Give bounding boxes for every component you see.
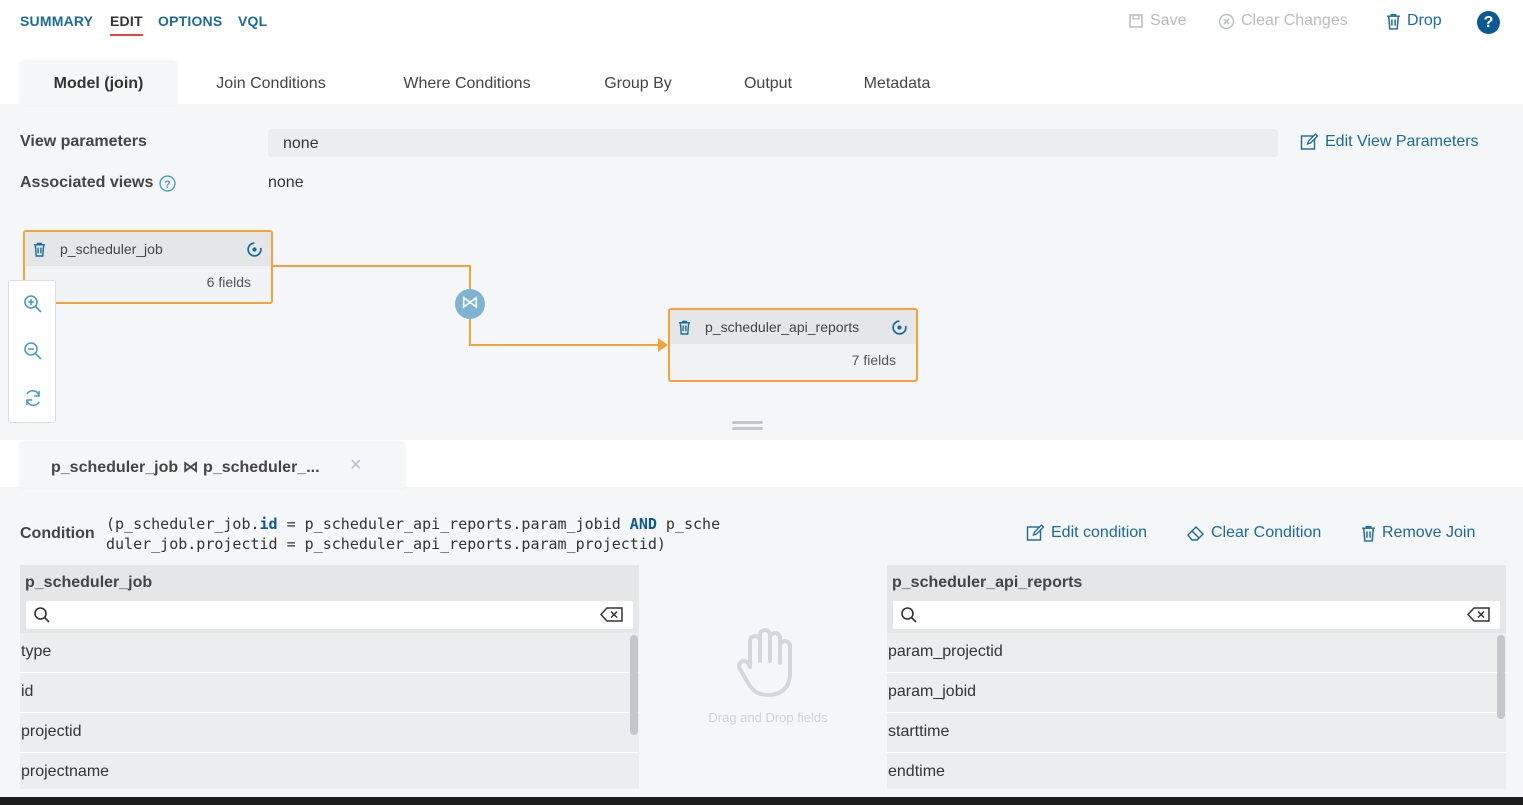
list-item[interactable]: id [20, 673, 639, 713]
hand-icon [737, 628, 792, 697]
node-field-count: 6 fields [206, 274, 251, 290]
left-field-list: p_scheduler_job type id projectid projec… [20, 565, 639, 789]
edit-condition-label: Edit condition [1051, 524, 1148, 541]
reset-zoom-icon[interactable] [23, 388, 43, 408]
remove-join-label: Remove Join [1382, 524, 1476, 541]
list-item[interactable]: param_jobid [887, 673, 1506, 713]
clear-condition-button[interactable]: Clear Condition [1187, 524, 1321, 542]
drag-drop-hint: Drag and Drop fields [708, 710, 828, 725]
clear-input-icon[interactable] [600, 607, 624, 622]
refresh-link-icon[interactable] [891, 319, 908, 336]
join-tab-label: p_scheduler_job ⋈ p_scheduler_... [51, 459, 320, 476]
clear-input-icon[interactable] [1467, 607, 1491, 622]
node-header: p_scheduler_job [25, 232, 271, 266]
right-scrollbar[interactable] [1497, 635, 1505, 719]
trash-icon[interactable] [678, 320, 691, 335]
left-search [20, 601, 639, 633]
condition-label: Condition [20, 525, 95, 542]
panel-resize-handle[interactable] [732, 421, 763, 433]
node-p-scheduler-api-reports[interactable]: p_scheduler_api_reports 7 fields [668, 308, 918, 382]
clear-condition-label: Clear Condition [1211, 524, 1322, 541]
list-item[interactable]: param_projectid [887, 633, 1506, 673]
trash-icon[interactable] [33, 242, 46, 257]
list-item[interactable]: projectid [20, 713, 639, 753]
zoom-out-icon[interactable] [23, 341, 43, 361]
right-field-list: p_scheduler_api_reports param_projectid … [887, 565, 1506, 789]
trash-icon [1362, 525, 1375, 542]
condition-expression: (p_scheduler_job.id = p_scheduler_api_re… [106, 515, 721, 553]
left-scrollbar[interactable] [630, 635, 638, 735]
refresh-link-icon[interactable] [246, 241, 263, 258]
node-header: p_scheduler_api_reports [670, 310, 916, 344]
zoom-in-icon[interactable] [23, 294, 43, 314]
node-field-count: 7 fields [851, 352, 896, 368]
right-list-title: p_scheduler_api_reports [887, 565, 1506, 601]
close-icon[interactable]: × [350, 454, 362, 477]
search-icon [34, 607, 50, 623]
right-search-input[interactable] [893, 601, 1500, 629]
node-p-scheduler-job[interactable]: p_scheduler_job 6 fields [23, 230, 273, 304]
node-title: p_scheduler_api_reports [705, 319, 860, 335]
left-search-input[interactable] [26, 601, 633, 629]
bottom-edge [0, 797, 1523, 805]
join-icon[interactable]: ⋈ [455, 292, 485, 316]
list-item[interactable]: projectname [20, 753, 639, 789]
zoom-controls [8, 280, 56, 423]
list-item[interactable]: type [20, 633, 639, 673]
list-item[interactable]: starttime [887, 713, 1506, 753]
join-tab[interactable]: p_scheduler_job ⋈ p_scheduler_... × [20, 443, 405, 488]
edit-condition-button[interactable]: Edit condition [1026, 524, 1147, 542]
right-search [887, 601, 1506, 633]
eraser-icon [1187, 526, 1204, 541]
list-item[interactable]: endtime [887, 753, 1506, 789]
search-icon [901, 607, 917, 623]
remove-join-button[interactable]: Remove Join [1361, 524, 1475, 542]
edit-icon [1026, 524, 1045, 541]
left-list-title: p_scheduler_job [20, 565, 639, 601]
node-title: p_scheduler_job [60, 241, 163, 257]
